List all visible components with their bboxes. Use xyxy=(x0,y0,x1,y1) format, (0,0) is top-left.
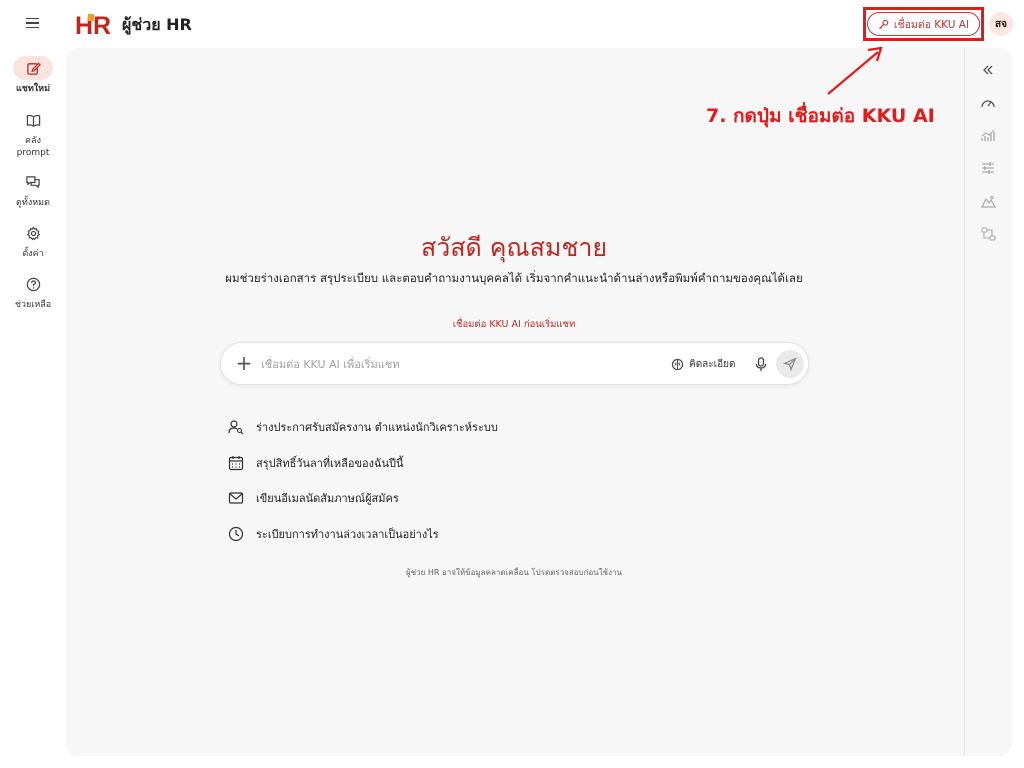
clock-icon xyxy=(228,526,244,542)
send-button[interactable] xyxy=(776,350,804,378)
connect-kku-ai-button[interactable]: เชื่อมต่อ KKU AI xyxy=(867,12,980,36)
app-logo: HR xyxy=(74,11,114,37)
suggestion-item-leave-summary[interactable]: สรุปสิทธิ์วันลาที่เหลือของฉันปีนี้ xyxy=(228,453,404,473)
suggestion-text: เขียนอีเมลนัดสัมภาษณ์ผู้สมัคร xyxy=(256,492,399,505)
left-sidebar: แชทใหม่ คลัง prompt ดูทั้งหมด ตั้งค่า ช่… xyxy=(0,48,66,768)
brain-icon xyxy=(671,358,684,370)
sidebar-item-label: ช่วยเหลือ xyxy=(14,300,52,310)
sidebar-item-label: แชทใหม่ xyxy=(15,84,51,94)
user-avatar[interactable]: สจ xyxy=(989,12,1013,36)
deep-think-label: คิดละเอียด xyxy=(689,358,736,370)
annotation-arrow-icon xyxy=(827,46,883,95)
suggestion-text: ร่างประกาศรับสมัครงาน ตำแหน่งนักวิเคราะห… xyxy=(256,421,498,434)
gauge-icon[interactable] xyxy=(978,93,998,113)
deep-think-toggle[interactable]: คิดละเอียด xyxy=(671,355,735,373)
hamburger-menu-icon[interactable] xyxy=(22,12,44,34)
chart-icon[interactable] xyxy=(978,126,998,146)
connect-hint-link[interactable]: เชื่อมต่อ KKU AI ก่อนเริ่มแชท xyxy=(66,317,962,332)
sidebar-item-settings[interactable]: ตั้งค่า xyxy=(0,221,66,260)
microphone-icon[interactable] xyxy=(752,354,770,374)
collapse-icon[interactable] xyxy=(978,60,998,80)
key-icon xyxy=(878,19,889,29)
sidebar-item-label: คลัง prompt xyxy=(16,136,50,158)
main-panel xyxy=(66,48,1012,756)
gear-icon xyxy=(13,221,53,245)
suggestion-text: สรุปสิทธิ์วันลาที่เหลือของฉันปีนี้ xyxy=(256,457,404,470)
sidebar-item-label: ตั้งค่า xyxy=(22,249,44,259)
edit-icon xyxy=(13,56,53,80)
suggestion-item-interview-email[interactable]: เขียนอีเมลนัดสัมภาษณ์ผู้สมัคร xyxy=(228,488,399,508)
suggestion-text: ระเบียบการทำงานล่วงเวลาเป็นอย่างไร xyxy=(256,528,439,541)
sidebar-item-view-all[interactable]: ดูทั้งหมด xyxy=(0,170,66,209)
book-icon xyxy=(13,108,53,132)
calendar-icon xyxy=(228,456,244,471)
mountain-icon[interactable] xyxy=(978,191,998,211)
greeting-subtitle: ผมช่วยร่างเอกสาร สรุประเบียบ และตอบคำถาม… xyxy=(225,271,803,285)
disclaimer-text: ผู้ช่วย HR อาจให้ข้อมูลคลาดเคลื่อน โปรดต… xyxy=(406,568,622,577)
greeting-title: สวัสดี คุณสมชาย xyxy=(420,233,608,262)
right-rail-divider xyxy=(964,48,965,756)
chat-input-box: + คิดละเอียด xyxy=(220,342,809,385)
sidebar-item-label: ดูทั้งหมด xyxy=(16,198,50,208)
sliders-icon[interactable] xyxy=(978,158,998,178)
user-search-icon xyxy=(228,420,244,435)
app-title: ผู้ช่วย HR xyxy=(122,15,192,34)
flow-icon[interactable] xyxy=(978,224,998,244)
annotation-instruction: 7. กดปุ่ม เชื่อมต่อ KKU AI xyxy=(706,105,935,127)
sidebar-item-help[interactable]: ช่วยเหลือ xyxy=(0,272,66,311)
chat-input[interactable] xyxy=(261,353,641,375)
mail-icon xyxy=(228,492,244,504)
connect-button-label: เชื่อมต่อ KKU AI xyxy=(893,18,970,31)
suggestion-item-overtime-rules[interactable]: ระเบียบการทำงานล่วงเวลาเป็นอย่างไร xyxy=(228,524,439,544)
help-icon xyxy=(13,272,53,296)
sidebar-item-new-chat[interactable]: แชทใหม่ xyxy=(0,56,66,95)
suggestion-item-job-post[interactable]: ร่างประกาศรับสมัครงาน ตำแหน่งนักวิเคราะห… xyxy=(228,417,498,437)
top-header: HR ผู้ช่วย HR เชื่อมต่อ KKU AI สจ xyxy=(0,0,1024,48)
sidebar-item-prompt-library[interactable]: คลัง prompt xyxy=(0,108,66,159)
plus-icon[interactable]: + xyxy=(233,353,255,375)
send-icon xyxy=(783,357,797,371)
chat-icon xyxy=(13,170,53,194)
